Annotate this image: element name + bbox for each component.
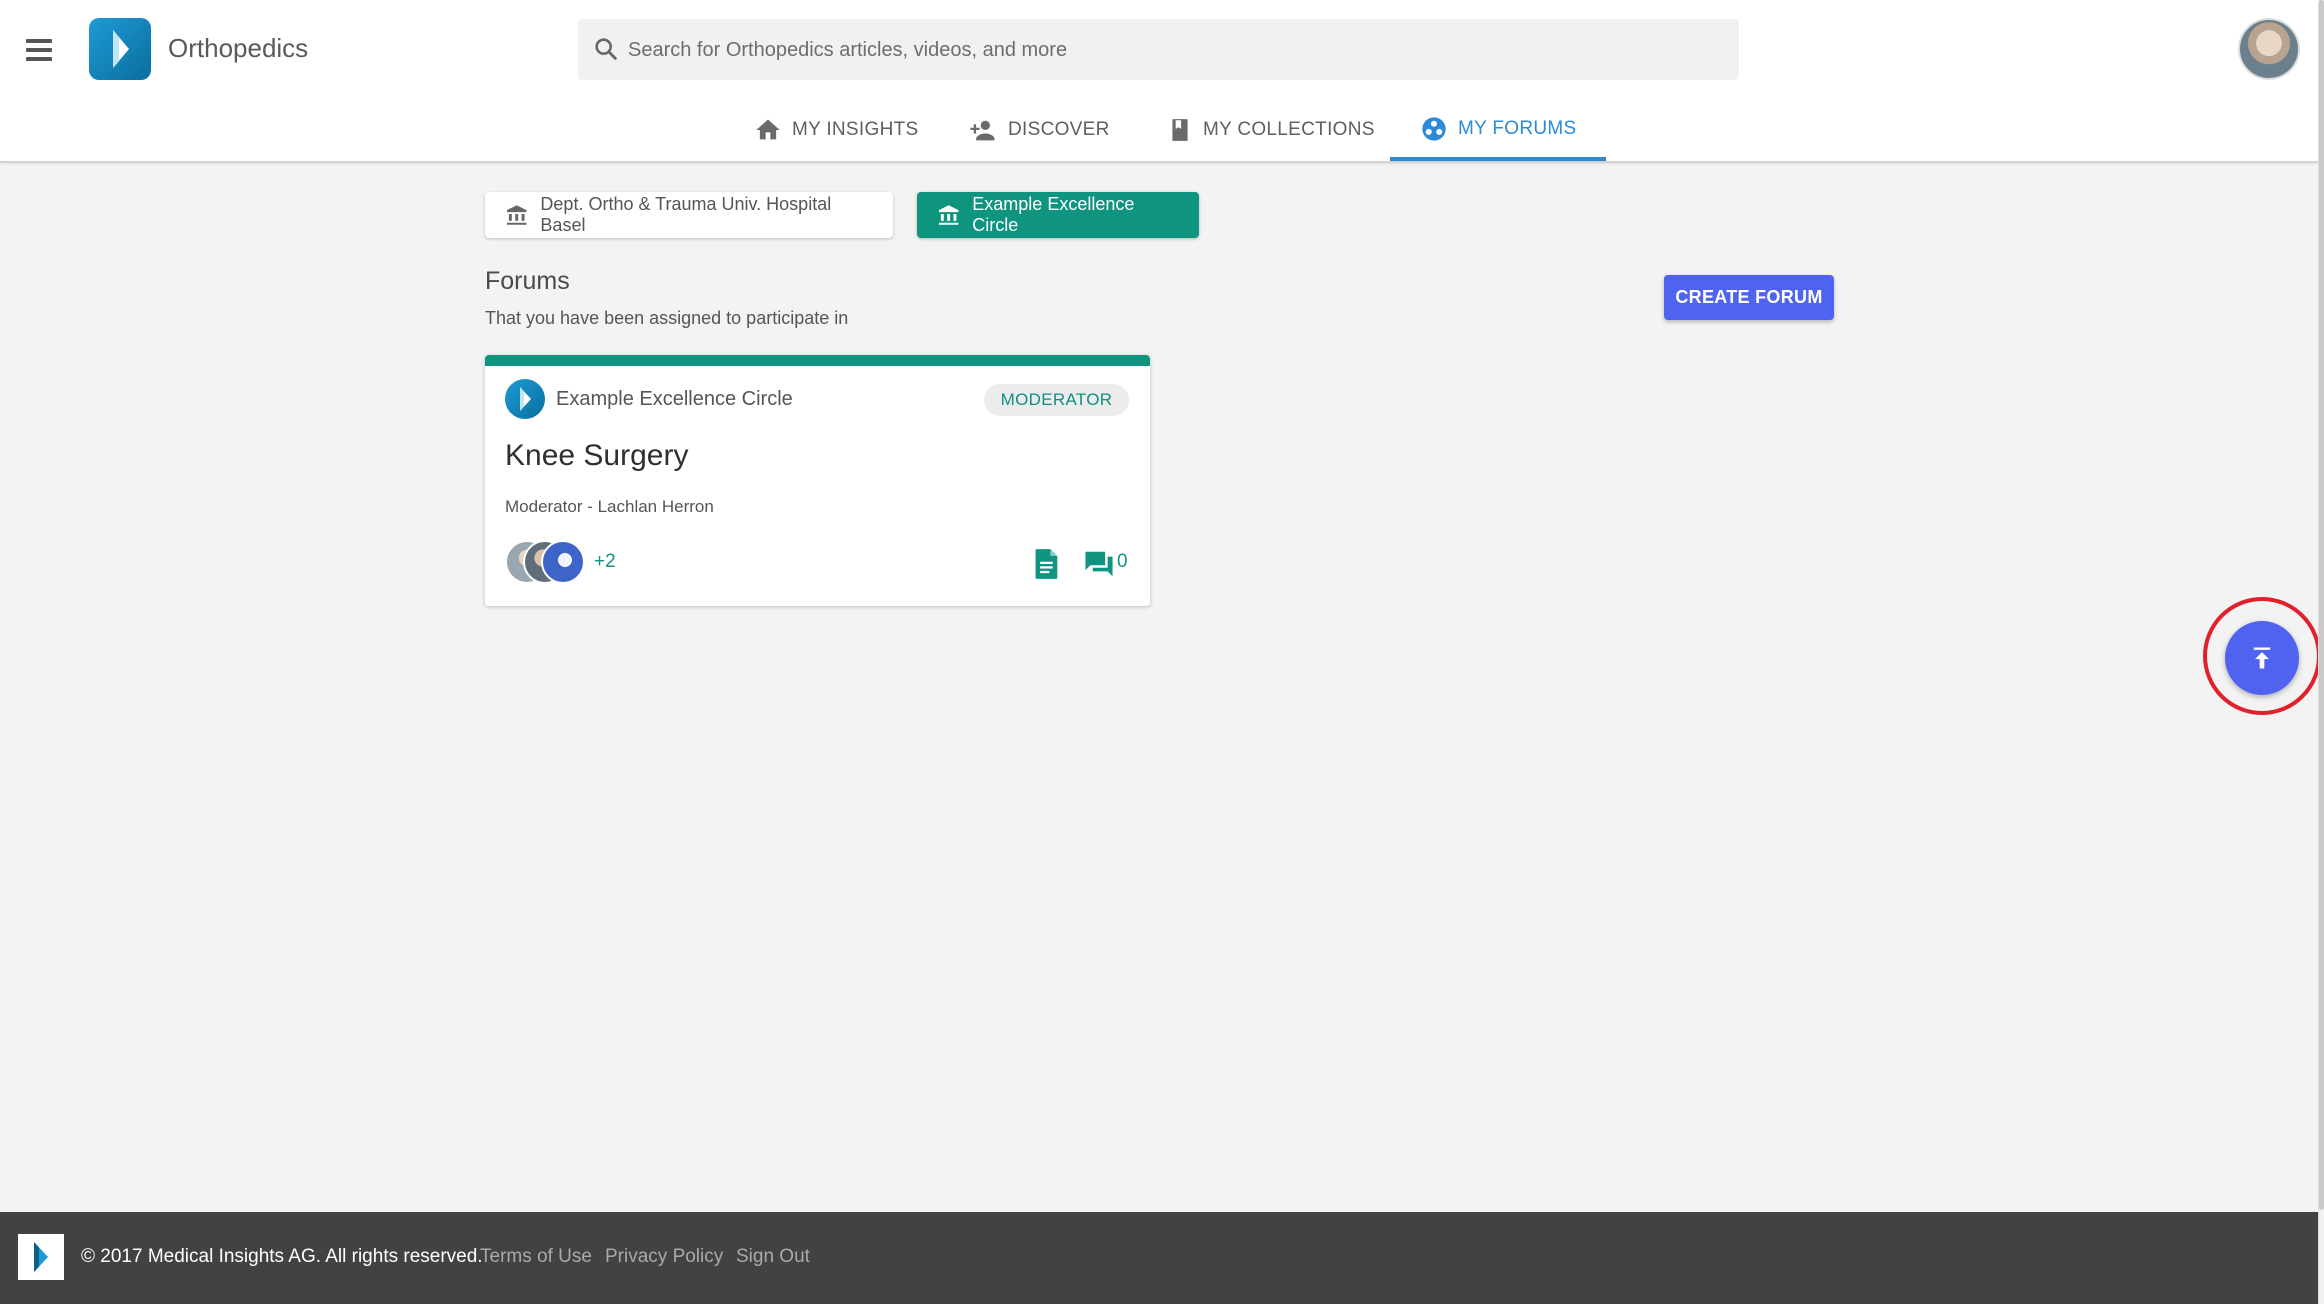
org-button-excellence-circle[interactable]: Example Excellence Circle [917,192,1199,238]
user-avatar[interactable] [2238,18,2300,80]
app-logo[interactable] [89,18,151,80]
comment-count: 0 [1117,551,1128,572]
hamburger-menu-icon[interactable] [22,34,56,64]
forum-title: Knee Surgery [505,439,689,472]
home-icon [756,119,780,139]
search-input[interactable] [626,19,1720,82]
page-subtitle: That you have been assigned to participa… [485,308,849,328]
vertical-align-top-icon [2253,647,2271,669]
copyright-text: © 2017 Medical Insights AG. All rights r… [81,1246,483,1267]
tab-my-collections[interactable]: MY COLLECTIONS [1137,100,1405,159]
privacy-policy-link[interactable]: Privacy Policy [605,1246,723,1268]
forum-moderator: Moderator - Lachlan Herron [505,497,714,516]
forum-card[interactable]: Example Excellence Circle MODERATOR Knee… [485,355,1150,606]
comments-icon[interactable] [1083,549,1115,579]
sign-out-link[interactable]: Sign Out [736,1246,810,1268]
app-title: Orthopedics [168,33,309,63]
org-button-label: Example Excellence Circle [972,194,1135,235]
person-add-icon [970,120,995,140]
group-icon [1422,116,1446,141]
search-icon [595,38,617,60]
tab-discover[interactable]: DISCOVER [938,100,1140,159]
tab-my-insights[interactable]: MY INSIGHTS [724,100,948,159]
card-accent-bar [485,355,1150,366]
tab-label: DISCOVER [1008,118,1110,140]
institution-icon [506,205,527,225]
search-bar[interactable] [578,19,1739,82]
footer: © 2017 Medical Insights AG. All rights r… [0,1212,2318,1304]
role-badge: MODERATOR [984,384,1129,416]
avatar [541,540,585,584]
main-nav-tabs: MY INSIGHTS DISCOVER MY COLLECTIONS MY F… [0,100,2318,161]
footer-logo [18,1234,64,1280]
scroll-to-top-button[interactable] [2225,621,2299,695]
bookmark-icon [1172,118,1188,141]
more-members-count: +2 [594,551,616,572]
app-header: Orthopedics MY INSIGHTS DISCOVER [0,0,2318,163]
tab-label: MY INSIGHTS [792,118,919,140]
org-button-label: Dept. Ortho & Trauma Univ. Hospital Base… [540,194,832,235]
create-forum-button[interactable]: CREATE FORUM [1664,275,1834,320]
terms-of-use-link[interactable]: Terms of Use [480,1246,592,1268]
tab-label: MY COLLECTIONS [1203,118,1375,140]
org-button-basel[interactable]: Dept. Ortho & Trauma Univ. Hospital Base… [485,192,893,238]
tab-my-forums[interactable]: MY FORUMS [1390,100,1607,161]
org-logo-icon [505,379,545,419]
tab-label: MY FORUMS [1458,117,1577,139]
member-avatars[interactable] [505,540,595,586]
document-icon[interactable] [1033,548,1061,580]
page-title: Forums [485,267,570,295]
institution-icon [938,205,959,225]
scrollbar-thumb[interactable] [2319,0,2324,1210]
card-org-name: Example Excellence Circle [556,388,793,410]
